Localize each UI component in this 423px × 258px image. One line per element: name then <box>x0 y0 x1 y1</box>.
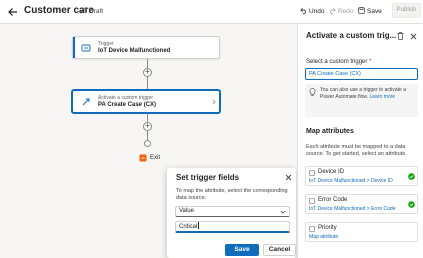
info-box: You can also use a trigger to activate a… <box>305 84 418 117</box>
check-circle-icon <box>408 173 415 180</box>
dialog-title: Set trigger fields <box>176 173 240 182</box>
dropdown-value: Value <box>179 208 194 214</box>
attribute-card-priority[interactable]: Priority Map attribute <box>305 222 418 242</box>
custom-trigger-card-subtitle: Activate a custom trigger <box>98 95 154 101</box>
custom-trigger-field-label: Select a custom trigger * <box>306 59 371 65</box>
set-trigger-fields-dialog: Set trigger fields To map the attribute,… <box>167 168 296 258</box>
custom-trigger-input[interactable]: PA Create Case (CX) <box>305 68 418 80</box>
lightbulb-icon <box>309 88 316 96</box>
custom-trigger-card[interactable]: Activate a custom trigger PA Create Case… <box>72 90 220 113</box>
trash-icon[interactable] <box>397 32 404 40</box>
card-accent <box>73 37 75 58</box>
redo-icon <box>330 8 336 14</box>
undo-icon <box>300 8 306 14</box>
connector-line <box>147 131 148 140</box>
custom-trigger-card-title: PA Create Case (CX) <box>98 102 157 108</box>
attribute-name: Device ID <box>318 169 345 175</box>
exit-label: Exit <box>150 155 161 161</box>
add-step-button[interactable]: + <box>143 68 152 77</box>
exit-icon <box>139 154 147 162</box>
map-attribute-link[interactable]: Map attribute <box>309 234 338 240</box>
attribute-mapping-link[interactable]: IoT Device Malfunctioned > Error Code <box>309 206 395 212</box>
trigger-card-subtitle: Trigger <box>98 41 114 47</box>
dialog-save-button[interactable]: Save <box>225 244 259 256</box>
learn-more-link[interactable]: Learn more <box>369 94 395 100</box>
value-input[interactable]: Critical <box>175 221 290 233</box>
pencil-icon <box>80 7 87 14</box>
trigger-card-title: IoT Device Malfunctioned <box>98 48 171 54</box>
dialog-description: To map the attribute, select the corresp… <box>176 188 288 201</box>
map-attributes-description: Each attribute must be mapped to a data … <box>306 144 407 157</box>
save-icon <box>358 7 365 14</box>
dialog-cancel-button[interactable]: Cancel <box>263 244 296 256</box>
chevron-down-icon <box>280 210 286 214</box>
attribute-icon <box>309 226 315 232</box>
back-arrow-icon[interactable] <box>7 6 19 18</box>
connector-line <box>147 77 148 90</box>
redo-label: Redo <box>338 8 354 15</box>
value-input-text: Critical <box>179 224 198 230</box>
attribute-icon <box>309 170 315 176</box>
field-label-text: Select a custom trigger <box>306 59 368 65</box>
required-marker: * <box>369 59 372 65</box>
properties-panel: Activate a custom trig... Select a custo… <box>297 24 423 258</box>
trigger-icon <box>81 44 91 52</box>
undo-label: Undo <box>309 8 325 15</box>
attribute-icon <box>309 198 315 204</box>
publish-button[interactable]: Publish <box>392 3 421 18</box>
attribute-card-error-code[interactable]: Error Code IoT Device Malfunctioned > Er… <box>305 194 418 214</box>
text-cursor <box>198 222 200 229</box>
add-step-button[interactable]: + <box>143 122 152 131</box>
data-source-dropdown[interactable]: Value <box>175 206 290 217</box>
top-bar: Customer care Draft Undo Redo Save Publi… <box>0 0 423 24</box>
draft-label: Draft <box>89 8 104 15</box>
check-circle-icon <box>408 201 415 208</box>
end-node <box>144 140 151 147</box>
redo-button[interactable]: Redo <box>329 7 354 15</box>
chevron-right-icon <box>212 99 216 105</box>
attribute-card-device-id[interactable]: Device ID IoT Device Malfunctioned > Dev… <box>305 166 418 186</box>
trigger-card[interactable]: Trigger IoT Device Malfunctioned <box>72 36 220 59</box>
save-label: Save <box>367 8 382 15</box>
custom-trigger-icon <box>82 98 90 106</box>
undo-button[interactable]: Undo <box>300 7 325 15</box>
panel-title: Activate a custom trig... <box>306 31 397 40</box>
attribute-mapping-link[interactable]: IoT Device Malfunctioned > Device ID <box>309 178 393 184</box>
attribute-name: Error Code <box>318 197 348 203</box>
attribute-name: Priority <box>318 225 337 231</box>
draft-status: Draft <box>80 7 103 15</box>
close-icon[interactable] <box>285 174 292 181</box>
info-text: You can also use a trigger to activate a… <box>320 87 416 100</box>
map-attributes-heading: Map attributes <box>306 128 354 135</box>
save-button[interactable]: Save <box>358 7 382 15</box>
close-icon[interactable] <box>410 33 417 40</box>
